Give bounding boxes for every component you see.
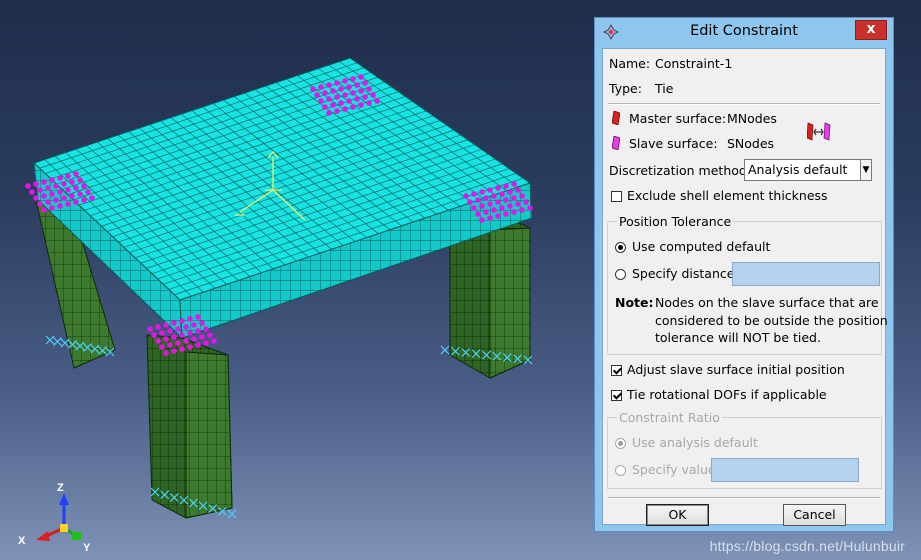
exclude-shell-checkbox[interactable] [611,191,622,202]
specify-distance-input[interactable] [732,262,880,286]
constraint-ratio-title: Constraint Ratio [617,410,722,425]
specify-distance-radio[interactable] [615,269,626,280]
note-line-3: tolerance will NOT be tied. [655,330,821,345]
name-label: Name: [609,56,651,71]
tie-rotational-checkbox[interactable] [611,390,622,401]
cancel-button[interactable]: Cancel [783,504,846,526]
slave-surface-icon [612,136,620,150]
position-tolerance-group: Position Tolerance Use computed default … [607,214,888,355]
exclude-shell-label: Exclude shell element thickness [627,188,828,203]
adjust-slave-checkbox[interactable] [611,365,622,376]
triad-y-label: Y [83,542,91,554]
name-value: Constraint-1 [655,56,733,71]
type-value: Tie [655,81,674,96]
ok-button[interactable]: OK [646,504,709,526]
tie-rotational-label: Tie rotational DOFs if applicable [627,387,827,402]
use-analysis-default-label: Use analysis default [632,435,758,450]
discretization-select[interactable]: Analysis default ▼ [744,159,872,181]
constraint-ratio-group: Constraint Ratio Use analysis default Sp… [607,410,882,489]
type-label: Type: [609,81,642,96]
note-line-1: Nodes on the slave surface that are [655,295,879,310]
separator [608,103,880,105]
select-arrow-icon: ▼ [860,160,871,180]
slave-surface-value: SNodes [727,136,775,151]
master-surface-icon [612,111,620,125]
close-button[interactable]: x [855,20,887,40]
note-line-2: considered to be outside the position [655,313,888,328]
specify-value-input[interactable] [711,458,859,482]
leg-front-left [146,334,233,519]
dialog-title: Edit Constraint [690,23,798,39]
dialog-body: Name: Constraint-1 Type: Tie Master surf… [602,48,888,526]
master-surface-value: MNodes [727,111,777,126]
separator [608,497,880,499]
dialog-titlebar[interactable]: Edit Constraint x [595,18,893,46]
position-tolerance-title: Position Tolerance [617,214,734,229]
boundary-condition-markers [45,335,533,519]
master-surface-label: Master surface: [629,111,727,126]
adjust-slave-label: Adjust slave surface initial position [627,362,845,377]
use-analysis-default-radio[interactable] [615,438,626,449]
view-triad [36,493,81,541]
discretization-value: Analysis default [748,162,848,177]
discretization-label: Discretization method: [609,163,752,178]
edit-constraint-dialog[interactable]: Edit Constraint x Name: Constraint-1 Typ… [594,17,894,532]
note-label: Note: [615,295,654,310]
specify-distance-label: Specify distance: [632,266,739,281]
triad-z-label: Z [57,482,64,494]
triad-x-label: X [18,535,26,547]
swap-surfaces-icon[interactable] [807,120,831,142]
specify-value-label: Specify value: [632,462,720,477]
use-computed-default-radio[interactable] [615,242,626,253]
watermark-text: https://blog.csdn.net/Hulunbuir [709,538,905,554]
specify-value-radio[interactable] [615,465,626,476]
slave-surface-label: Slave surface: [629,136,718,151]
use-computed-default-label: Use computed default [632,239,771,254]
